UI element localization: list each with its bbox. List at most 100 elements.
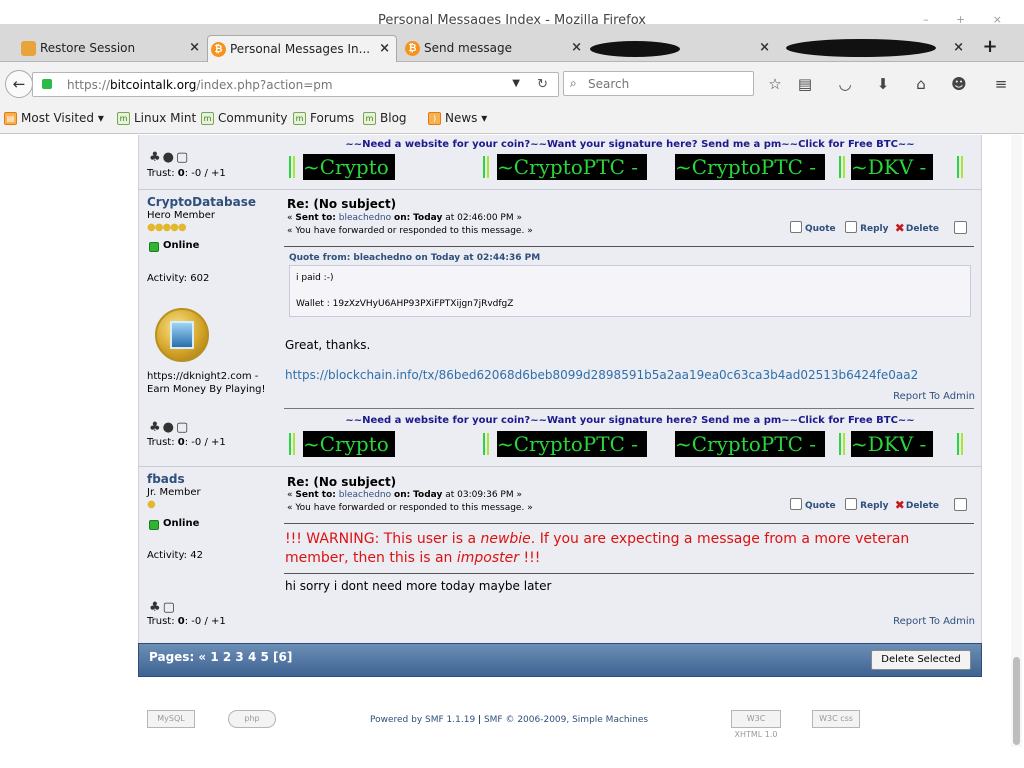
close-tab-icon[interactable]: × — [189, 35, 200, 61]
pagination-bar: Pages: « 1 2 3 4 5 [6] Delete Selected — [138, 643, 982, 677]
xhtml-valid-badge[interactable]: W3C XHTML 1.0 — [731, 710, 781, 739]
page-links[interactable]: 1 2 3 4 5 — [210, 650, 268, 664]
select-message-checkbox[interactable] — [954, 498, 967, 511]
url-text[interactable]: https://bitcointalk.org/index.php?action… — [67, 78, 333, 92]
tab-restore-session[interactable]: Restore Session × — [18, 35, 206, 62]
separator — [284, 246, 974, 247]
url-dropdown-icon[interactable]: ▼ — [512, 78, 520, 89]
navigation-toolbar: ← https://bitcointalk.org/index.php?acti… — [0, 62, 1024, 104]
reply-button[interactable]: Reply — [845, 498, 889, 511]
signature-banner-segment[interactable]: ~DKV - — [851, 154, 933, 180]
profile-icon[interactable]: ♣ — [149, 420, 163, 435]
signature-banner-segment[interactable]: ~Crypto — [303, 431, 395, 457]
url-bar[interactable]: https://bitcointalk.org/index.php?action… — [32, 72, 559, 97]
select-message-checkbox[interactable] — [954, 221, 967, 234]
mysql-badge[interactable]: MySQL — [147, 710, 195, 728]
profile-icons: ♣▢ — [149, 600, 177, 615]
new-tab-button[interactable]: + — [978, 35, 1002, 59]
delete-button[interactable]: ✖Delete — [895, 221, 939, 235]
search-bar[interactable]: ⌕ — [563, 71, 754, 96]
downloads-icon[interactable]: ⬇ — [872, 73, 894, 95]
bookmark-community[interactable]: m Community — [201, 111, 287, 125]
close-tab-icon[interactable]: × — [953, 35, 964, 61]
tab-personal-messages[interactable]: ₿ Personal Messages In... × — [207, 35, 397, 62]
signature-ad-text[interactable]: ~~Need a website for your coin?~~Want yo… — [285, 415, 975, 426]
simple-machines-link[interactable]: SMF © 2006-2009, Simple Machines — [484, 715, 648, 725]
close-tab-icon[interactable]: × — [759, 35, 770, 61]
menu-icon[interactable]: ≡ — [990, 73, 1012, 95]
back-button[interactable]: ← — [5, 70, 33, 98]
pocket-icon[interactable]: ◡ — [834, 73, 856, 95]
poster-name[interactable]: CryptoDatabase — [147, 195, 256, 209]
delete-icon: ✖ — [894, 498, 905, 512]
delete-button[interactable]: ✖Delete — [894, 498, 939, 512]
close-tab-icon[interactable]: × — [379, 36, 390, 62]
signature-banner-segment[interactable]: ~DKV - — [851, 431, 933, 457]
message-subject[interactable]: Re: (No subject) — [287, 197, 396, 211]
bookmark-forums[interactable]: m Forums — [293, 111, 354, 125]
close-tab-icon[interactable]: × — [571, 35, 582, 61]
row-divider — [139, 189, 981, 190]
signature-banner-segment[interactable]: ~CryptoPTC - — [675, 154, 825, 180]
report-to-admin-link[interactable]: Report To Admin — [893, 616, 975, 627]
tab-send-message[interactable]: ₿ Send message × — [402, 35, 588, 62]
recipient-link[interactable]: bleachedno — [339, 490, 391, 500]
website-icon[interactable]: ● — [163, 150, 176, 165]
smf-link[interactable]: Powered by SMF 1.1.19 — [370, 715, 475, 725]
css-valid-badge[interactable]: W3C css — [812, 710, 860, 728]
quote-button[interactable]: Quote — [790, 498, 836, 511]
quote-block: i paid :-) Wallet : 19zXzVHyU6AHP93PXiFP… — [289, 265, 971, 317]
report-to-admin-link[interactable]: Report To Admin — [893, 391, 975, 402]
signature-banner-segment[interactable]: ~CryptoPTC - — [675, 431, 825, 457]
trust-score[interactable]: Trust: 0: -0 / +1 — [147, 168, 226, 179]
recipient-link[interactable]: bleachedno — [339, 213, 391, 223]
trust-score[interactable]: Trust: 0: -0 / +1 — [147, 616, 226, 627]
signature-banner-segment[interactable]: ~Crypto — [303, 154, 395, 180]
message-icon[interactable]: ▢ — [163, 600, 177, 615]
profile-icon[interactable]: ♣ — [149, 150, 163, 165]
home-icon[interactable]: ⌂ — [910, 73, 932, 95]
profile-icon[interactable]: ♣ — [149, 600, 163, 615]
bookmark-star-icon[interactable]: ☆ — [764, 73, 786, 95]
signature-banner-segment[interactable]: ~CryptoPTC - — [497, 154, 647, 180]
vertical-scrollbar[interactable] — [1011, 135, 1022, 747]
signature-ad-text[interactable]: ~~Need a website for your coin?~~Want yo… — [285, 139, 975, 150]
tab-label: Restore Session — [40, 41, 136, 55]
website-icon[interactable]: ● — [163, 420, 176, 435]
quote-header[interactable]: Quote from: bleachedno on Today at 02:44… — [289, 253, 540, 263]
hello-icon[interactable]: ☻ — [948, 73, 970, 95]
lock-icon — [42, 79, 52, 89]
tab-redacted-2[interactable]: × — [780, 35, 970, 62]
bookmark-most-visited[interactable]: ▤ Most Visited ▾ — [4, 111, 104, 125]
signature-banner[interactable]: ~Crypto ~CryptoPTC - ~CryptoPTC - ~DKV - — [285, 154, 975, 180]
reply-button[interactable]: Reply — [845, 221, 889, 234]
bookmark-blog[interactable]: m Blog — [363, 111, 407, 125]
message-subject[interactable]: Re: (No subject) — [287, 475, 396, 489]
trust-score[interactable]: Trust: 0: -0 / +1 — [147, 437, 226, 448]
search-input[interactable] — [588, 75, 748, 93]
pagination: Pages: « 1 2 3 4 5 [6] — [149, 650, 293, 664]
quote-button[interactable]: Quote — [790, 221, 836, 234]
poster-name[interactable]: fbads — [147, 472, 185, 486]
message-link[interactable]: https://blockchain.info/tx/86bed62068d6b… — [285, 368, 918, 382]
quote-line: i paid :-) — [296, 273, 334, 283]
window-controls[interactable]: – + × — [923, 12, 1014, 24]
php-badge[interactable]: php — [228, 710, 276, 728]
signature-banner-segment[interactable]: ~CryptoPTC - — [497, 431, 647, 457]
bitcoin-icon: ₿ — [211, 42, 226, 57]
signature-banner[interactable]: ~Crypto ~CryptoPTC - ~CryptoPTC - ~DKV - — [285, 431, 975, 457]
reply-icon — [845, 221, 858, 233]
scrollbar-thumb[interactable] — [1013, 657, 1020, 745]
message-icon[interactable]: ▢ — [176, 150, 190, 165]
message-body: Great, thanks. — [285, 338, 371, 352]
bookmark-linux-mint[interactable]: m Linux Mint — [117, 111, 196, 125]
rank-stars: ● — [147, 499, 156, 510]
poster-personal-text: https://dknight2.com - Earn Money By Play… — [147, 371, 266, 395]
delete-selected-button[interactable]: Delete Selected — [871, 650, 971, 670]
forward-note: « You have forwarded or responded to thi… — [287, 226, 533, 236]
bookmarks-menu-icon[interactable]: ▤ — [794, 73, 816, 95]
bookmark-news[interactable]: ) News ▾ — [428, 111, 487, 125]
message-icon[interactable]: ▢ — [176, 420, 190, 435]
reload-icon[interactable]: ↻ — [537, 77, 548, 92]
tab-redacted-1[interactable]: × — [590, 35, 776, 62]
